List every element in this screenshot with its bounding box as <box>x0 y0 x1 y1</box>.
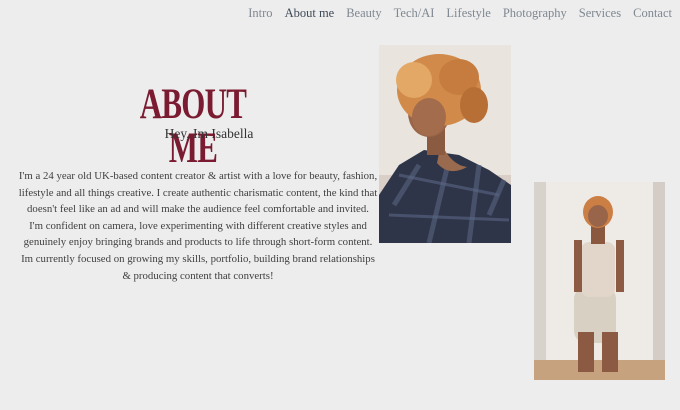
bio-text: I'm a 24 year old UK-based content creat… <box>18 168 378 284</box>
nav-tech-ai[interactable]: Tech/AI <box>394 6 435 21</box>
nav-about-me[interactable]: About me <box>285 6 335 21</box>
nav-beauty[interactable]: Beauty <box>346 6 381 21</box>
nav-contact[interactable]: Contact <box>633 6 672 21</box>
bio-paragraph: Im currently focused on growing my skill… <box>21 252 375 282</box>
portrait-photo <box>379 45 511 243</box>
nav-lifestyle[interactable]: Lifestyle <box>446 6 490 21</box>
nav-services[interactable]: Services <box>579 6 621 21</box>
bio-paragraph: I'm confident on camera, love experiment… <box>23 219 373 249</box>
main-navigation: Intro About me Beauty Tech/AI Lifestyle … <box>248 6 672 21</box>
nav-intro[interactable]: Intro <box>248 6 272 21</box>
greeting: Hey, Im Isabella <box>164 126 254 141</box>
nav-photography[interactable]: Photography <box>503 6 567 21</box>
bio-paragraph: I'm a 24 year old UK-based content creat… <box>18 170 378 216</box>
full-body-photo <box>534 182 665 380</box>
